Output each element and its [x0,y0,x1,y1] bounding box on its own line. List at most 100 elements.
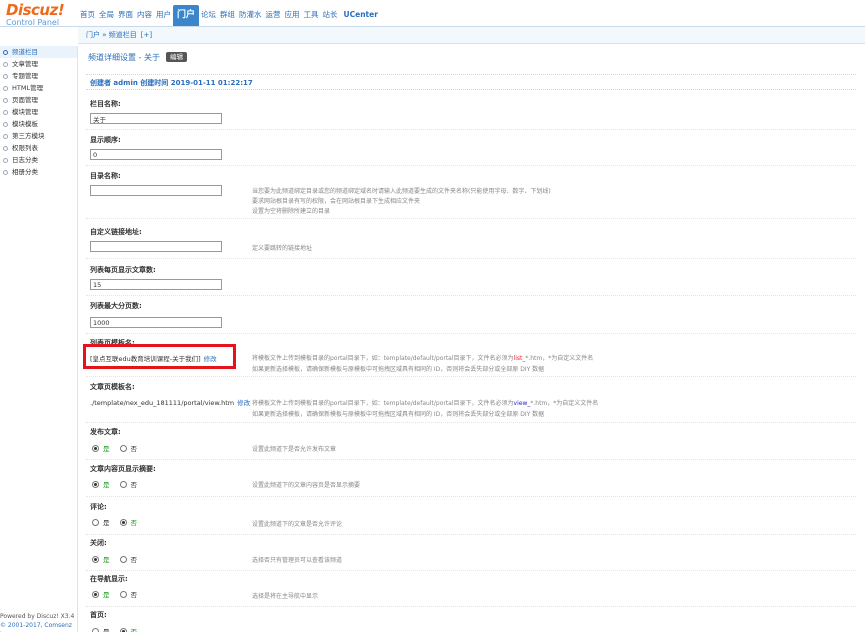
header: Discuz! Control Panel 首页 全局 界面 内容 用户 门户 … [0,0,865,27]
bullet-icon [3,133,8,139]
field-label: 目录名称: [90,172,121,180]
nav-display-yes-radio[interactable]: 是 [92,589,110,599]
view-template-edit-link[interactable]: 修改 [237,399,250,407]
highlight-annotation [83,344,236,369]
nav-group[interactable]: 群组 [218,8,237,22]
nav-global[interactable]: 全局 [97,8,116,22]
bullet-icon [3,109,8,115]
field-label: 文章内容页显示摘要: [90,465,156,473]
nav-user[interactable]: 用户 [154,8,173,22]
nav-display-radios: 是 否 [92,589,147,599]
footer-powered: Powered by Discuz! X3.4 [0,613,75,620]
nav-ucenter[interactable]: UCenter [342,8,380,22]
sidebar: 频道栏目 文章管理 专题管理 HTML管理 页面管理 模块管理 模块模板 第三方… [0,46,78,632]
view-template-tip-2: 如果更新选择模板，请确保新模板与原模板中可拖拽区域具有相同的 ID，否则将会丢失… [252,411,545,418]
radio-checked-icon [92,444,99,452]
sidebar-item-html[interactable]: HTML管理 [0,82,77,94]
comment-tip: 设置此频道下的文章是否允许评论 [252,521,343,528]
custom-url-tip: 定义要跳转的链接地址 [252,245,313,252]
summary-tip: 设置此频道下的文章内容页是否显示摘要 [252,482,361,489]
field-label: 在导航显示: [90,575,128,583]
radio-checked-icon [92,555,99,563]
directory-tip-2: 要求网站根目录有写的权限，会在网站根目录下生成相应文件夹 [252,198,421,205]
closed-radios: 是 否 [92,554,147,564]
field-label: 列表最大分页数: [90,302,142,310]
per-page-input[interactable] [90,279,222,290]
sidebar-item-articles[interactable]: 文章管理 [0,58,77,70]
field-label: 列表每页显示文章数: [90,266,156,274]
bullet-icon [3,49,8,55]
bullet-icon [3,121,8,127]
nav-display-tip: 选择是将在主导航中显示 [252,593,319,600]
radio-icon [92,518,99,526]
nav-safe[interactable]: 防灌水 [237,8,264,22]
directory-input[interactable] [90,185,222,196]
bullet-icon [3,169,8,175]
footer-copyright: © 2001-2017, Comsenz Inc. [0,622,72,632]
publish-no-radio[interactable]: 否 [119,443,137,453]
radio-checked-icon [92,590,99,598]
sidebar-item-block-templates[interactable]: 模块模板 [0,118,77,130]
nav-operation[interactable]: 运营 [264,8,283,22]
max-pages-input[interactable] [90,317,222,328]
custom-url-input[interactable] [90,241,222,252]
sidebar-item-blog-category[interactable]: 日志分类 [0,154,77,166]
radio-checked-icon [119,627,127,632]
sidebar-item-pages[interactable]: 页面管理 [0,94,77,106]
radio-icon [119,555,127,563]
sidebar-item-category[interactable]: 频道栏目 [0,46,77,58]
summary-no-radio[interactable]: 否 [119,479,137,489]
nav-display-no-radio[interactable]: 否 [119,589,137,599]
breadcrumb-add-button[interactable]: [+] [141,31,152,39]
nav-forum[interactable]: 论坛 [199,8,218,22]
radio-checked-icon [119,518,127,526]
logo[interactable]: Discuz! Control Panel [6,1,68,28]
nav-home[interactable]: 首页 [78,8,97,22]
bullet-icon [3,85,8,91]
comment-yes-radio[interactable]: 是 [92,517,110,527]
closed-tip: 选择否只有管理员可以查看该频道 [252,557,343,564]
field-label: 显示顺序: [90,136,121,144]
bullet-icon [3,73,8,79]
logo-brand: Discuz! [6,1,65,19]
view-template-value: ./template/nex_edu_181111/portal/view.ht… [90,399,251,407]
publish-tip: 设置此频道下是否允许发布文章 [252,446,337,453]
field-label: 发布文章: [90,428,121,436]
footer: Powered by Discuz! X3.4 © 2001-2017, Com… [0,612,78,632]
publish-yes-radio[interactable]: 是 [92,443,110,453]
sidebar-item-permissions[interactable]: 权限列表 [0,142,77,154]
bullet-icon [3,61,8,67]
edit-button[interactable]: 编辑 [166,52,187,62]
nav-tools[interactable]: 工具 [302,8,321,22]
logo-sub: Control Panel [6,18,60,27]
sidebar-item-topics[interactable]: 专题管理 [0,70,77,82]
sidebar-item-third-party[interactable]: 第三方模块 [0,130,77,142]
radio-icon [119,444,127,452]
closed-yes-radio[interactable]: 是 [92,554,110,564]
nav-style[interactable]: 界面 [116,8,135,22]
closed-no-radio[interactable]: 否 [119,554,137,564]
comment-no-radio[interactable]: 否 [119,517,137,527]
name-input[interactable] [90,113,222,124]
homepage-no-radio[interactable]: 否 [119,626,137,632]
radio-icon [92,627,99,632]
directory-tip-1: 当您要为此频道绑定目录或您的频道绑定域名时请输入此频道要生成的文件夹名称(只能使… [252,188,551,195]
sidebar-item-blocks[interactable]: 模块管理 [0,106,77,118]
homepage-yes-radio[interactable]: 是 [92,626,110,632]
directory-tip-3: 设置为空将删除所建立的目录 [252,208,331,215]
creator-info: 创建者 admin 创建时间 2019-01-11 01:22:17 [86,74,856,90]
order-input[interactable] [90,149,222,160]
nav-portal[interactable]: 门户 [173,5,200,26]
comment-radios: 是 否 [92,517,147,527]
summary-yes-radio[interactable]: 是 [92,479,110,489]
bullet-icon [3,145,8,151]
homepage-radios: 是 否 [92,626,147,632]
nav-plugin[interactable]: 应用 [283,8,302,22]
breadcrumb-path[interactable]: 门户 » 频道栏目 [86,31,137,39]
field-label: 评论: [90,503,107,511]
sidebar-item-album-category[interactable]: 相册分类 [0,166,77,178]
list-template-tip-2: 如果更新选择模板，请确保新模板与原模板中可拖拽区域具有相同的 ID，否则将会丢失… [252,366,545,373]
nav-content[interactable]: 内容 [135,8,154,22]
nav-founder[interactable]: 站长 [321,8,340,22]
radio-checked-icon [92,480,99,488]
